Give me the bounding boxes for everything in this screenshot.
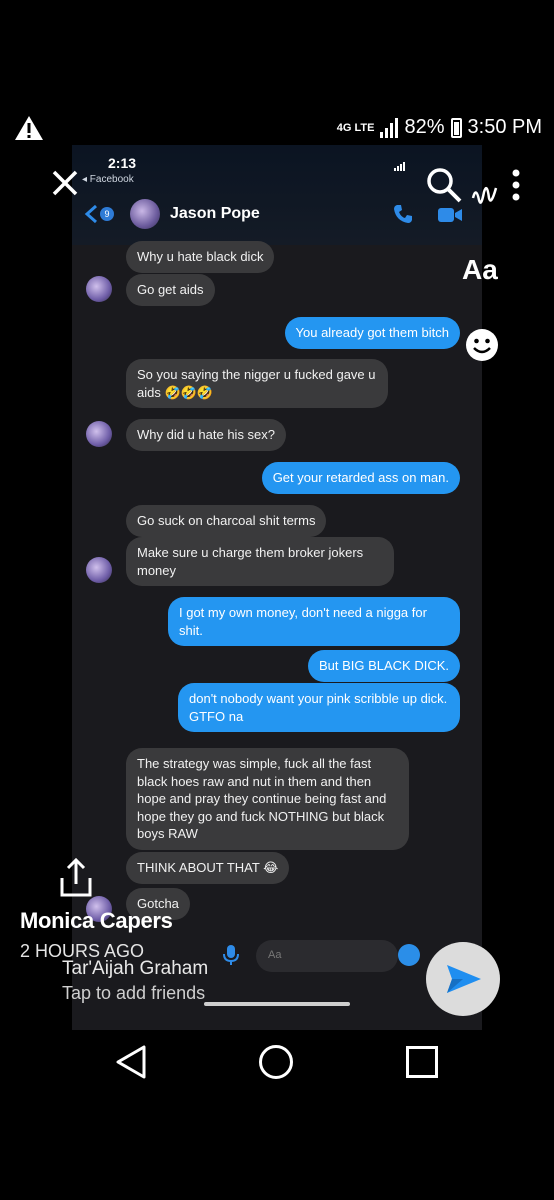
battery-icon xyxy=(450,117,462,138)
sender-avatar xyxy=(86,557,112,583)
sender-avatar xyxy=(86,421,112,447)
sticker-icon[interactable] xyxy=(465,328,499,362)
phone-call-icon[interactable] xyxy=(392,203,414,225)
back-icon[interactable] xyxy=(114,1044,148,1080)
messenger-signal-icon xyxy=(394,162,405,171)
message-outgoing: don't nobody want your pink scribble up … xyxy=(178,683,460,732)
status-bar-right: 4G LTE 82% 3:50 PM xyxy=(337,116,542,139)
battery-percent: 82% xyxy=(404,116,445,138)
message-incoming: Why did u hate his sex? xyxy=(126,419,287,451)
home-indicator xyxy=(204,1002,350,1006)
message-incoming: Go suck on charcoal shit terms xyxy=(126,505,327,537)
message-incoming: So you saying the nigger u fucked gave u… xyxy=(126,359,388,408)
navigation-bar xyxy=(0,1030,554,1100)
back-chevron-icon[interactable] xyxy=(82,203,100,225)
message-thread: Why u hate black dick Go get aids You al… xyxy=(72,241,482,931)
warning-icon xyxy=(15,116,43,140)
text-tool-button[interactable]: Aa xyxy=(462,254,498,286)
contact-avatar[interactable] xyxy=(130,199,160,229)
status-time: 3:50 PM xyxy=(467,116,542,138)
friend-name[interactable]: Tar'Aijah Graham xyxy=(62,958,208,980)
network-indicator: 4G LTE xyxy=(336,121,375,134)
message-outgoing: Get your retarded ass on man. xyxy=(261,462,460,494)
contact-name[interactable]: Jason Pope xyxy=(170,205,260,223)
message-incoming: Make sure u charge them broker jokers mo… xyxy=(126,537,394,586)
messenger-screenshot: 2:13 ◂ Facebook 9 Jason Pope Why u hate … xyxy=(72,145,482,1030)
recent-apps-button[interactable] xyxy=(406,1046,438,1078)
close-icon[interactable] xyxy=(50,168,80,198)
message-outgoing: I got my own money, don't need a nigga f… xyxy=(168,597,460,646)
send-button[interactable] xyxy=(426,942,500,1016)
more-options-icon[interactable] xyxy=(510,168,522,202)
search-icon[interactable] xyxy=(424,165,464,205)
add-friends-hint[interactable]: Tap to add friends xyxy=(62,983,205,1004)
message-input[interactable]: Aa xyxy=(256,940,398,972)
send-arrow-icon xyxy=(447,965,481,993)
emoji-icon[interactable] xyxy=(398,944,420,966)
message-outgoing: You already got them bitch xyxy=(284,317,460,349)
back-to-facebook[interactable]: ◂ Facebook xyxy=(82,174,134,185)
microphone-icon[interactable] xyxy=(222,944,240,966)
author-name[interactable]: Monica Capers xyxy=(20,908,173,934)
video-call-icon[interactable] xyxy=(436,203,464,227)
unread-badge: 9 xyxy=(100,207,114,221)
message-incoming: Why u hate black dick xyxy=(126,241,275,273)
messenger-header: 2:13 ◂ Facebook 9 Jason Pope xyxy=(72,145,482,245)
home-button[interactable] xyxy=(259,1045,293,1079)
scribble-icon[interactable] xyxy=(470,178,500,212)
signal-icon xyxy=(380,117,399,138)
message-incoming: Go get aids xyxy=(126,274,215,306)
messenger-clock: 2:13 xyxy=(108,155,137,171)
sender-avatar xyxy=(86,276,112,302)
share-icon[interactable] xyxy=(58,858,94,898)
message-incoming: The strategy was simple, fuck all the fa… xyxy=(126,748,409,850)
message-outgoing: But BIG BLACK DICK. xyxy=(307,650,460,682)
message-incoming: THINK ABOUT THAT 😂 xyxy=(126,852,290,884)
